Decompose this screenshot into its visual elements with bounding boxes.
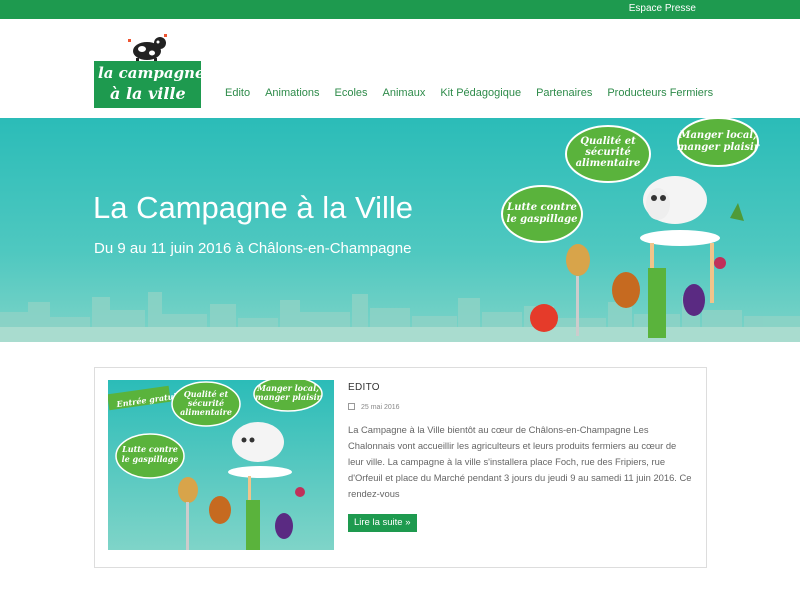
hero-illustration: Qualité et sécurité alimentaire Manger loc… <box>501 118 760 338</box>
article-date-text: 25 mai 2016 <box>361 404 400 411</box>
rooster-icon <box>612 272 640 308</box>
logo-line-2: à la ville <box>110 84 186 103</box>
hero-title: La Campagne à la Ville <box>93 190 413 225</box>
nav-item-ecoles[interactable]: Ecoles <box>335 87 368 99</box>
tomato-icon <box>530 304 558 332</box>
svg-text:Manger local,manger plaisir: Manger local, manger plaisir <box>255 383 322 402</box>
article-thumbnail-image: Entrée gratuite Qualité et sécurité alimen… <box>108 380 323 550</box>
nav-item-producteurs-fermiers[interactable]: Producteurs Fermiers <box>607 87 713 99</box>
hero-subtitle: Du 9 au 11 juin 2016 à Châlons-en-Champa… <box>94 240 412 257</box>
cow-logo-icon <box>128 34 167 63</box>
bubble-waste-text: Lutte contre le gaspillage <box>506 202 577 225</box>
logo-line-1: la campagne <box>98 64 205 82</box>
nav-item-kit-pedagogique[interactable]: Kit Pédagogique <box>440 87 521 99</box>
top-bar: Espace Presse <box>0 0 800 19</box>
radish-icon <box>714 257 726 269</box>
article-thumbnail[interactable]: Entrée gratuite Qualité et sécurité alimen… <box>108 380 334 550</box>
nav-item-edito[interactable]: Edito <box>225 87 250 99</box>
nav-item-animations[interactable]: Animations <box>265 87 319 99</box>
bubble-local-text: Manger local, manger plaisir <box>677 130 760 153</box>
hero-banner: La Campagne à la Ville Du 9 au 11 juin 2… <box>0 118 800 342</box>
bubble-quality-text: Qualité et sécurité alimentaire <box>576 136 641 169</box>
nav-item-partenaires[interactable]: Partenaires <box>536 87 592 99</box>
potato-icon <box>566 244 590 276</box>
calendar-icon <box>348 403 355 410</box>
article-card: Entrée gratuite Qualité et sécurité alimen… <box>94 367 707 568</box>
article-date: 25 mai 2016 <box>348 403 400 411</box>
header: la campagne à la ville Edito Animations … <box>0 19 800 118</box>
article-excerpt: La Campagne à la Ville bientôt au cœur d… <box>348 424 692 499</box>
site-logo[interactable]: la campagne à la ville <box>94 31 205 108</box>
article-title[interactable]: EDITO <box>348 382 380 393</box>
press-link[interactable]: Espace Presse <box>629 3 696 14</box>
nav-item-animaux[interactable]: Animaux <box>383 87 426 99</box>
main-nav: Edito Animations Ecoles Animaux Kit Péda… <box>225 87 728 99</box>
eggplant-icon <box>683 284 705 316</box>
svg-text:Lutte contrele gaspillage: Lutte contre le gaspillage <box>121 444 178 464</box>
svg-text:Qualité etsécuritéalimentaire: Qualité et sécurité alimentaire <box>180 389 232 417</box>
read-more-button[interactable]: Lire la suite » <box>348 514 417 532</box>
